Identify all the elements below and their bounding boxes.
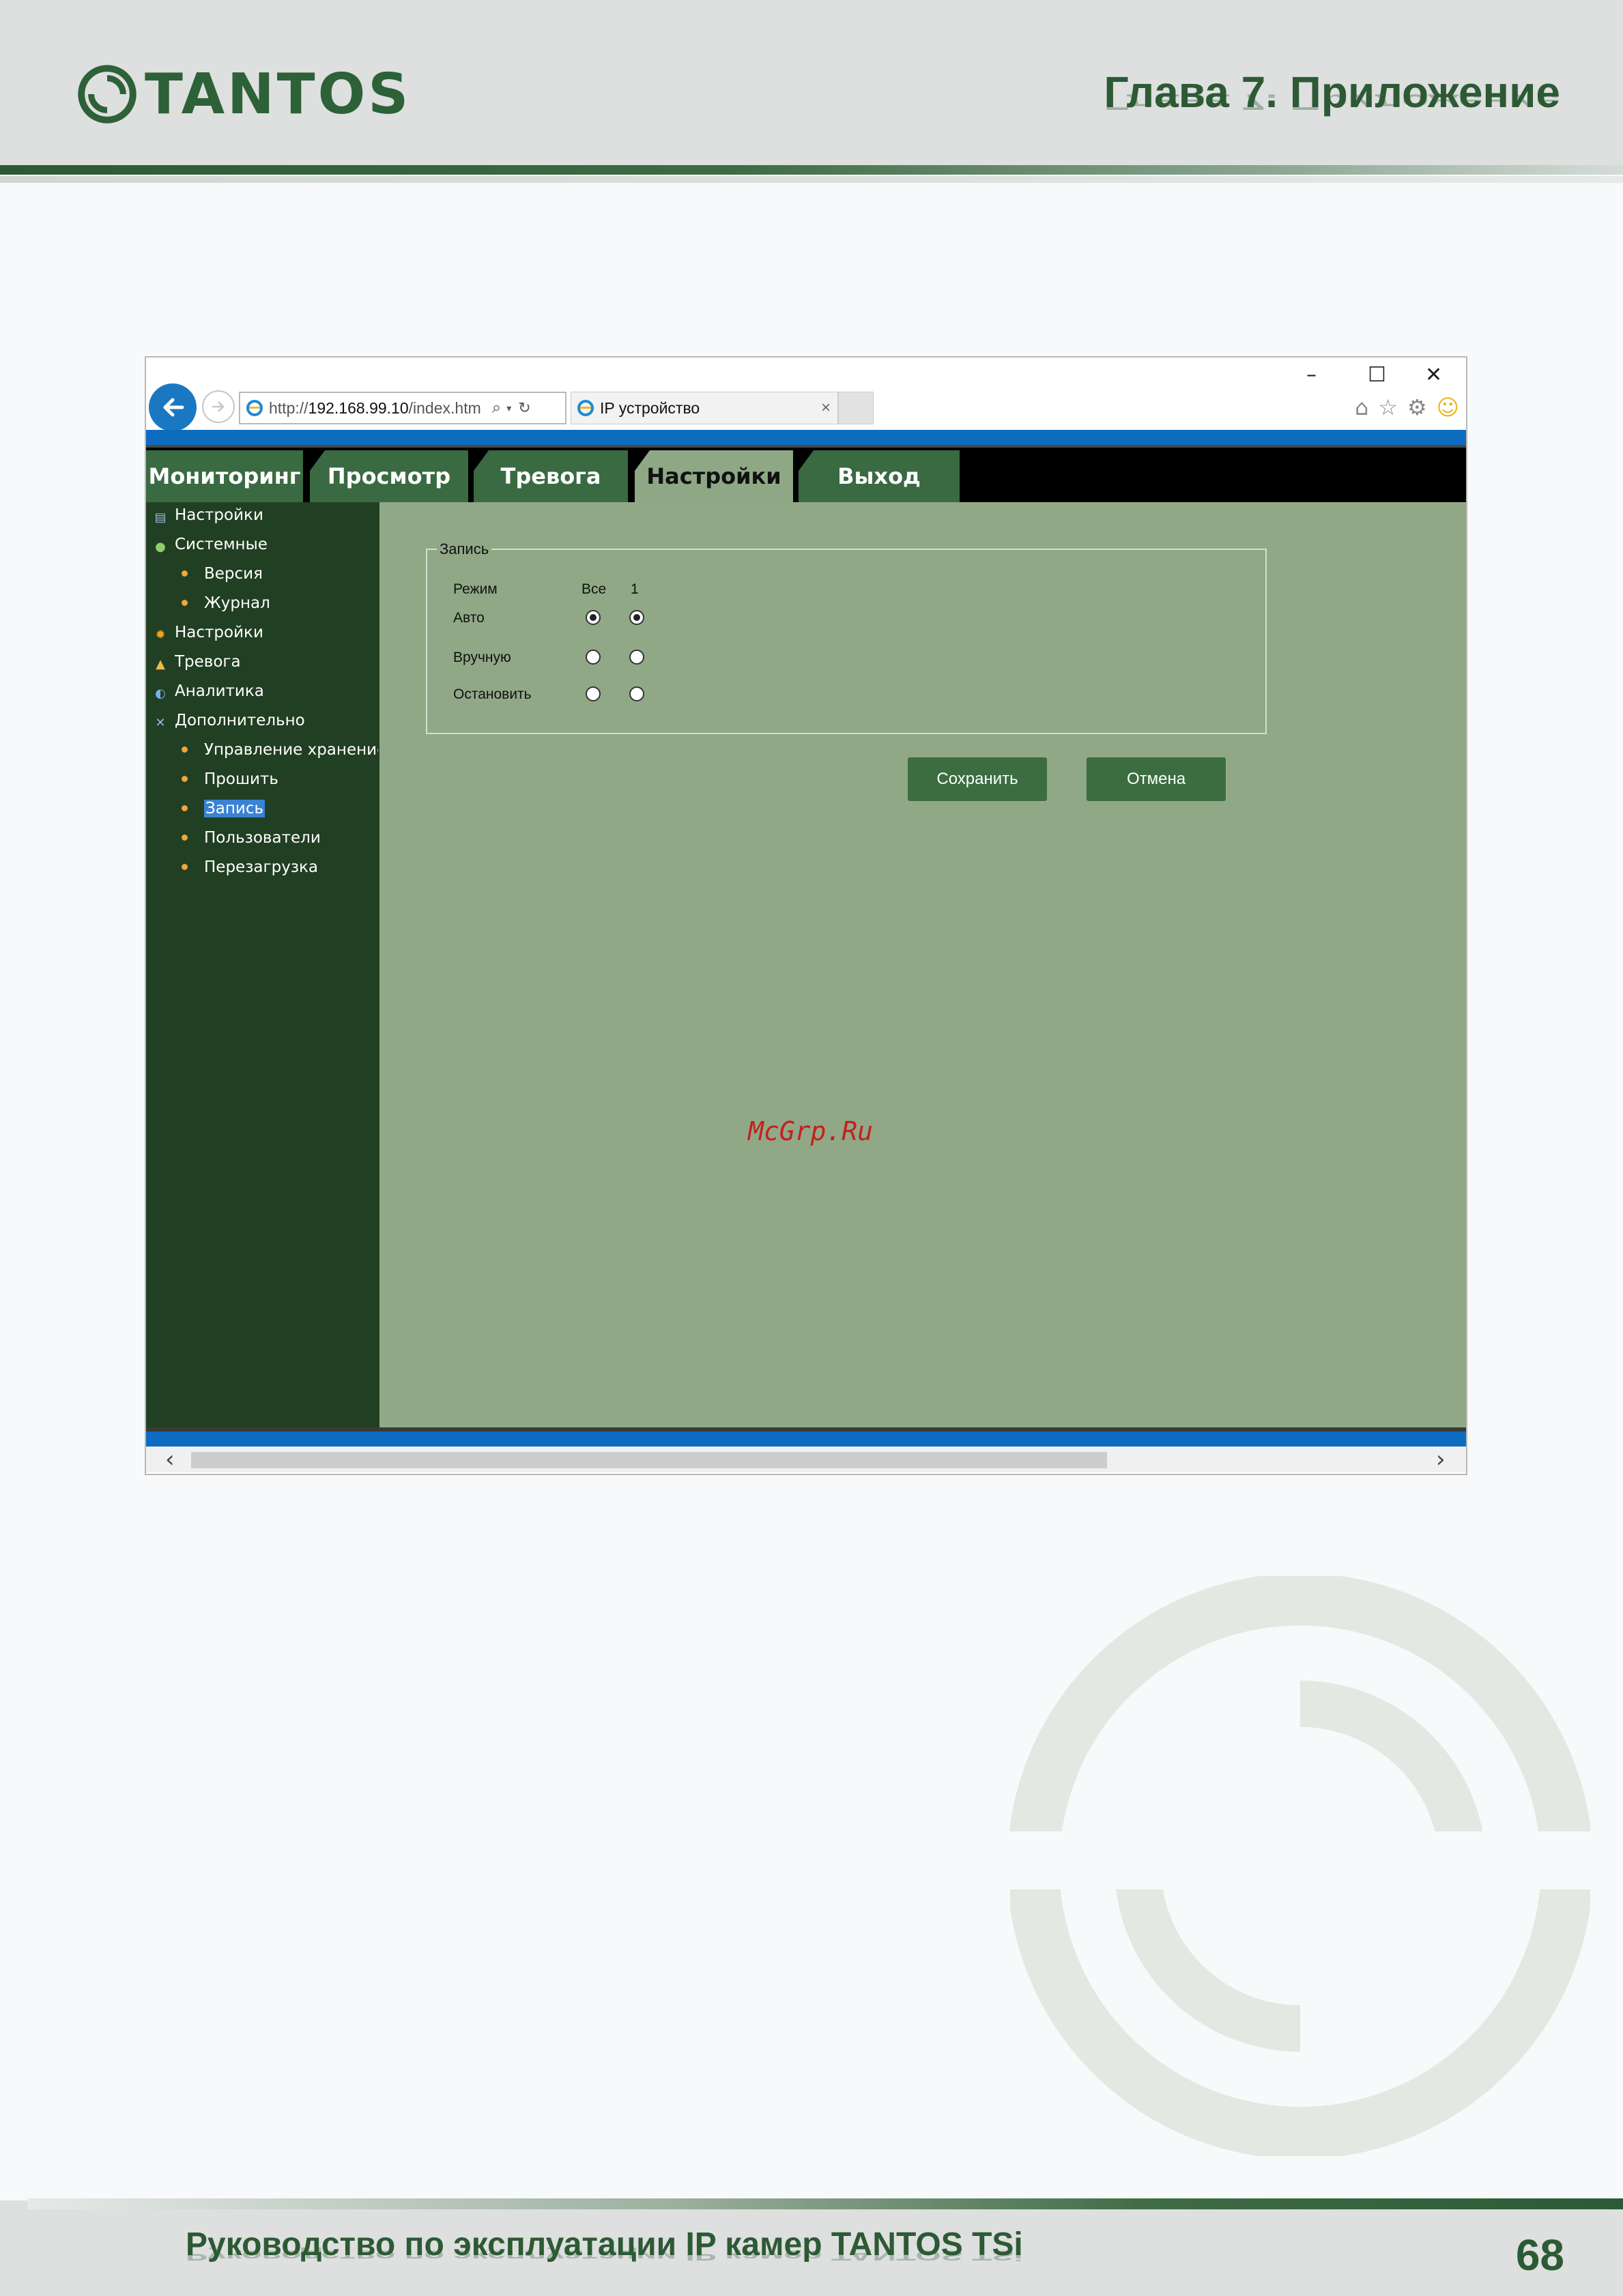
sidebar-item-settings[interactable]: ✹ Настройки <box>154 624 263 641</box>
bullet-icon <box>182 746 188 753</box>
radio-stop-ch1[interactable] <box>629 686 644 701</box>
menu-settings[interactable]: Настройки <box>635 450 793 502</box>
sidebar: ▤ Настройки ● Системные Версия Журнал ✹ Нас… <box>146 502 379 1427</box>
sidebar-item-users[interactable]: Пользователи <box>182 829 321 847</box>
system-icon: ● <box>155 540 166 554</box>
back-button[interactable] <box>149 383 197 431</box>
tab-title: IP устройство <box>600 398 700 417</box>
close-window-icon[interactable]: ✕ <box>1425 363 1442 387</box>
browser-tools: ⌂ ☆ ⚙ ☺ <box>1355 394 1459 420</box>
sidebar-item-reboot[interactable]: Перезагрузка <box>182 858 318 876</box>
sidebar-item-version[interactable]: Версия <box>182 565 263 583</box>
browser-window: – ☐ ✕ http://192.168.99.10/index.htm ⌕ ▾… <box>145 356 1467 1475</box>
settings-gear-icon[interactable]: ⚙ <box>1407 394 1427 420</box>
sidebar-item-analytics[interactable]: ◐ Аналитика <box>154 682 264 700</box>
sidebar-item-firmware[interactable]: Прошить <box>182 770 278 788</box>
gear-icon: ✹ <box>155 628 166 642</box>
row-stop-label: Остановить <box>453 686 532 702</box>
sidebar-item-log[interactable]: Журнал <box>182 594 270 612</box>
sidebar-item-advanced[interactable]: ✕ Дополнительно <box>154 712 304 730</box>
header-stripe-light <box>0 176 1623 183</box>
row-manual-label: Вручную <box>453 650 511 665</box>
analytics-icon: ◐ <box>155 686 166 701</box>
row-auto-label: Авто <box>453 610 485 626</box>
ie-page-icon <box>246 399 263 417</box>
save-button[interactable]: Сохранить <box>908 757 1047 801</box>
bullet-icon <box>182 834 188 841</box>
close-tab-icon[interactable]: × <box>821 398 831 418</box>
ie-tab-icon <box>577 399 594 417</box>
menu-playback[interactable]: Просмотр <box>310 450 468 502</box>
bullet-icon <box>182 776 188 782</box>
header-stripe <box>0 165 1623 175</box>
chapter-title-reflection: Глава 7. Приложение <box>1104 89 1560 115</box>
column-channel-1-label: 1 <box>631 581 639 597</box>
bullet-icon <box>182 864 188 870</box>
content-area: Запись Режим Все 1 Авто Вручную Останови… <box>379 502 1466 1427</box>
column-mode-label: Режим <box>453 581 498 597</box>
address-bar[interactable]: http://192.168.99.10/index.htm ⌕ ▾ ↻ <box>239 392 566 424</box>
scroll-left-icon[interactable]: ‹ <box>165 1447 175 1472</box>
minimize-icon[interactable]: – <box>1306 363 1317 387</box>
refresh-icon[interactable]: ↻ <box>518 399 530 417</box>
mcgrp-watermark-text: McGrp.Ru <box>748 1116 874 1146</box>
scroll-thumb[interactable] <box>191 1452 1107 1468</box>
cancel-button[interactable]: Отмена <box>1087 757 1226 801</box>
sidebar-item-storage[interactable]: Управление хранением <box>182 741 378 759</box>
radio-stop-all[interactable] <box>586 686 601 701</box>
url-path: /index.htm <box>408 398 481 417</box>
footer-stripe <box>27 2198 1623 2209</box>
new-tab-button[interactable] <box>838 392 874 424</box>
main-menu: Мониторинг Просмотр Тревога Настройки Вы… <box>146 445 1466 502</box>
browser-tab[interactable]: IP устройство × <box>571 392 838 424</box>
menu-exit[interactable]: Выход <box>799 450 960 502</box>
record-legend: Запись <box>437 540 492 558</box>
bell-icon: ▲ <box>156 657 165 671</box>
horizontal-scrollbar[interactable]: ‹ › <box>146 1447 1466 1472</box>
browser-blue-bar <box>146 430 1466 445</box>
column-all-label: Все <box>581 581 607 597</box>
back-arrow-icon <box>163 398 184 417</box>
bullet-icon <box>182 570 188 577</box>
tantos-logo: TANTOS <box>76 60 411 128</box>
record-fieldset: Запись Режим Все 1 Авто Вручную Останови… <box>426 540 1267 734</box>
sidebar-item-record[interactable]: Запись <box>182 800 265 817</box>
radio-auto-ch1[interactable] <box>629 610 644 625</box>
sidebar-item-alarm[interactable]: ▲ Тревога <box>154 653 241 671</box>
settings-icon: ▤ <box>154 510 167 525</box>
scroll-right-icon[interactable]: › <box>1436 1447 1446 1472</box>
tantos-logo-icon <box>78 65 137 123</box>
home-icon[interactable]: ⌂ <box>1355 394 1368 420</box>
url-prefix: http:// <box>269 398 308 417</box>
search-icon[interactable]: ⌕ <box>492 398 501 418</box>
forward-arrow-icon <box>212 401 225 412</box>
sidebar-item-system[interactable]: ● Системные <box>154 536 268 553</box>
bullet-icon <box>182 600 188 606</box>
maximize-icon[interactable]: ☐ <box>1368 363 1386 387</box>
radio-auto-all[interactable] <box>586 610 601 625</box>
logo-text: TANTOS <box>145 61 412 127</box>
menu-monitoring[interactable]: Мониторинг <box>146 450 303 502</box>
tools-icon: ✕ <box>155 716 166 730</box>
radio-manual-all[interactable] <box>586 650 601 665</box>
menu-alarm[interactable]: Тревога <box>474 450 628 502</box>
browser-blue-bottom-bar <box>146 1432 1466 1447</box>
sidebar-item-settings-root[interactable]: ▤ Настройки <box>154 506 263 524</box>
bullet-icon <box>182 805 188 811</box>
page-number: 68 <box>1515 2230 1564 2280</box>
smiley-icon[interactable]: ☺ <box>1437 394 1459 420</box>
tantos-watermark-icon <box>1010 1576 1590 2156</box>
forward-button[interactable] <box>202 390 235 423</box>
radio-manual-ch1[interactable] <box>629 650 644 665</box>
favorites-icon[interactable]: ☆ <box>1378 394 1398 420</box>
footer-title-reflection: Руководство по эксплуатации IP камер TAN… <box>186 2247 1023 2264</box>
url-host: 192.168.99.10 <box>308 398 409 417</box>
dropdown-arrow-icon[interactable]: ▾ <box>506 403 511 414</box>
